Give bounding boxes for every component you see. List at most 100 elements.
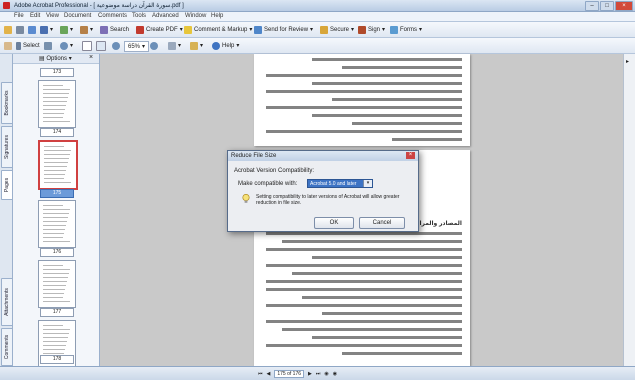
hand-tool-button[interactable]: [4, 41, 12, 50]
ok-button[interactable]: OK: [314, 217, 354, 229]
send-for-review-button[interactable]: Send for Review ▾: [254, 25, 313, 34]
menu-window[interactable]: Window: [185, 13, 206, 19]
tab-bookmarks[interactable]: Bookmarks: [1, 82, 13, 124]
minimize-button[interactable]: –: [585, 1, 599, 11]
forms-button[interactable]: Forms ▾: [390, 25, 422, 34]
thumbnail-text-line: [43, 205, 63, 206]
printer-icon: [16, 25, 24, 34]
scroll-up-arrow[interactable]: ▸: [626, 58, 629, 65]
vertical-scrollbar[interactable]: ▸: [623, 54, 635, 366]
cancel-button[interactable]: Cancel: [359, 217, 405, 229]
secure-button[interactable]: Secure ▾: [320, 25, 354, 34]
create-pdf-button[interactable]: Create PDF ▾: [136, 25, 183, 34]
menu-tools[interactable]: Tools: [132, 13, 146, 19]
last-page-button[interactable]: ⏭: [316, 371, 321, 377]
menu-comments[interactable]: Comments: [98, 13, 127, 19]
text-line: [266, 130, 462, 133]
menu-advanced[interactable]: Advanced: [152, 13, 179, 19]
tab-signatures[interactable]: Signatures: [1, 126, 13, 168]
window-controls: – □ ×: [585, 1, 633, 11]
page-thumbnail[interactable]: [38, 200, 76, 248]
first-page-button[interactable]: ⏮: [258, 371, 263, 377]
page-thumb-label: 176: [40, 248, 74, 257]
lightbulb-icon: [242, 194, 250, 203]
text-line: [266, 320, 462, 323]
fit-page-button[interactable]: [96, 40, 106, 51]
tools-button[interactable]: ▾: [60, 25, 73, 34]
reduce-file-size-dialog: Reduce File Size × Acrobat Version Compa…: [227, 150, 419, 232]
next-view-button[interactable]: ◉: [333, 371, 337, 377]
thumbnail-text-line: [43, 213, 69, 214]
page-icon: [82, 40, 92, 51]
page-thumbnail[interactable]: [38, 260, 76, 308]
menu-view[interactable]: View: [46, 13, 59, 19]
thumbnail-text-line: [44, 154, 70, 155]
close-window-button[interactable]: ×: [615, 1, 633, 11]
options-menu[interactable]: ▤ Options ▾: [39, 55, 72, 62]
thumbnail-text-line: [44, 150, 71, 151]
search-button[interactable]: Search: [100, 25, 129, 34]
tab-comments[interactable]: Comments: [1, 328, 13, 366]
next-page-button[interactable]: ▶: [308, 371, 312, 377]
help-button[interactable]: Help ▾: [212, 41, 239, 50]
thumbnail-text-line: [44, 162, 68, 163]
thumbnail-text-line: [44, 174, 65, 175]
comment-markup-button[interactable]: Comment & Markup ▾: [184, 25, 252, 34]
thumbnail-text-line: [43, 289, 65, 290]
document-page: [254, 54, 470, 146]
menu-bar: File Edit View Document Comments Tools A…: [0, 12, 635, 22]
maximize-button[interactable]: □: [600, 1, 614, 11]
select-tool-button[interactable]: Select: [16, 41, 40, 50]
zoom-tool-button[interactable]: ▾: [60, 41, 73, 50]
zoom-in-button[interactable]: [150, 41, 158, 50]
sign-button[interactable]: Sign ▾: [358, 25, 385, 34]
thumbnail-text-line: [43, 233, 64, 234]
page-thumbnail-selected[interactable]: [38, 140, 78, 190]
thumbnail-text-line: [43, 297, 63, 298]
sign-pen-icon: [358, 25, 366, 34]
previous-view-button[interactable]: ◉: [324, 371, 328, 377]
thumbnail-text-line: [44, 146, 64, 147]
edit-button[interactable]: ▾: [80, 25, 93, 34]
menu-file[interactable]: File: [14, 13, 24, 19]
tts-button[interactable]: ▾: [190, 41, 203, 50]
panel-close-button[interactable]: ×: [89, 54, 93, 61]
thumbnail-text-line: [43, 117, 63, 118]
thumbnail-text-line: [43, 325, 63, 326]
thumbnail-text-line: [43, 273, 69, 274]
previous-page-button[interactable]: ◀: [267, 371, 271, 377]
text-line: [302, 296, 462, 299]
dialog-close-button[interactable]: ×: [406, 152, 415, 159]
text-cursor-icon: [16, 41, 21, 50]
tab-pages[interactable]: Pages: [1, 170, 13, 200]
page-thumbnail[interactable]: [38, 80, 76, 128]
main-toolbar: ▾ ▾ ▾ Search Create PDF ▾ Comment & Marku…: [0, 22, 635, 38]
thumbnail-text-line: [43, 353, 64, 354]
thumbnail-text-line: [43, 333, 69, 334]
tab-attachments[interactable]: Attachments: [1, 278, 13, 326]
print-button[interactable]: [16, 25, 24, 34]
open-button[interactable]: [4, 25, 12, 34]
rotate-button[interactable]: ▾: [168, 41, 181, 50]
menu-edit[interactable]: Edit: [30, 13, 40, 19]
thumbnail-text-line: [44, 158, 69, 159]
thumbnail-text-line: [43, 109, 65, 110]
compatibility-section-label: Acrobat Version Compatibility:: [234, 168, 315, 174]
compatibility-select[interactable]: Acrobat 5.0 and later ▾: [307, 179, 373, 188]
menu-help[interactable]: Help: [211, 13, 223, 19]
thumbnail-text-line: [43, 301, 70, 302]
navigation-tabs: Bookmarks Signatures Pages Attachments C…: [0, 54, 13, 366]
email-button[interactable]: [28, 25, 36, 34]
page-number-field[interactable]: 175 of 176: [274, 370, 305, 378]
save-button[interactable]: ▾: [40, 25, 53, 34]
comment-icon: [184, 25, 192, 34]
tools-icon: [60, 25, 68, 34]
menu-document[interactable]: Document: [64, 13, 91, 19]
snapshot-button[interactable]: [44, 41, 52, 50]
zoom-level-field[interactable]: 65% ▾: [124, 41, 150, 52]
thumbnail-text-line: [43, 225, 66, 226]
panel-header: ▤ Options ▾ ×: [13, 54, 99, 64]
zoom-out-button[interactable]: [112, 41, 120, 50]
actual-size-button[interactable]: [82, 40, 92, 51]
thumbnail-text-line: [43, 285, 66, 286]
